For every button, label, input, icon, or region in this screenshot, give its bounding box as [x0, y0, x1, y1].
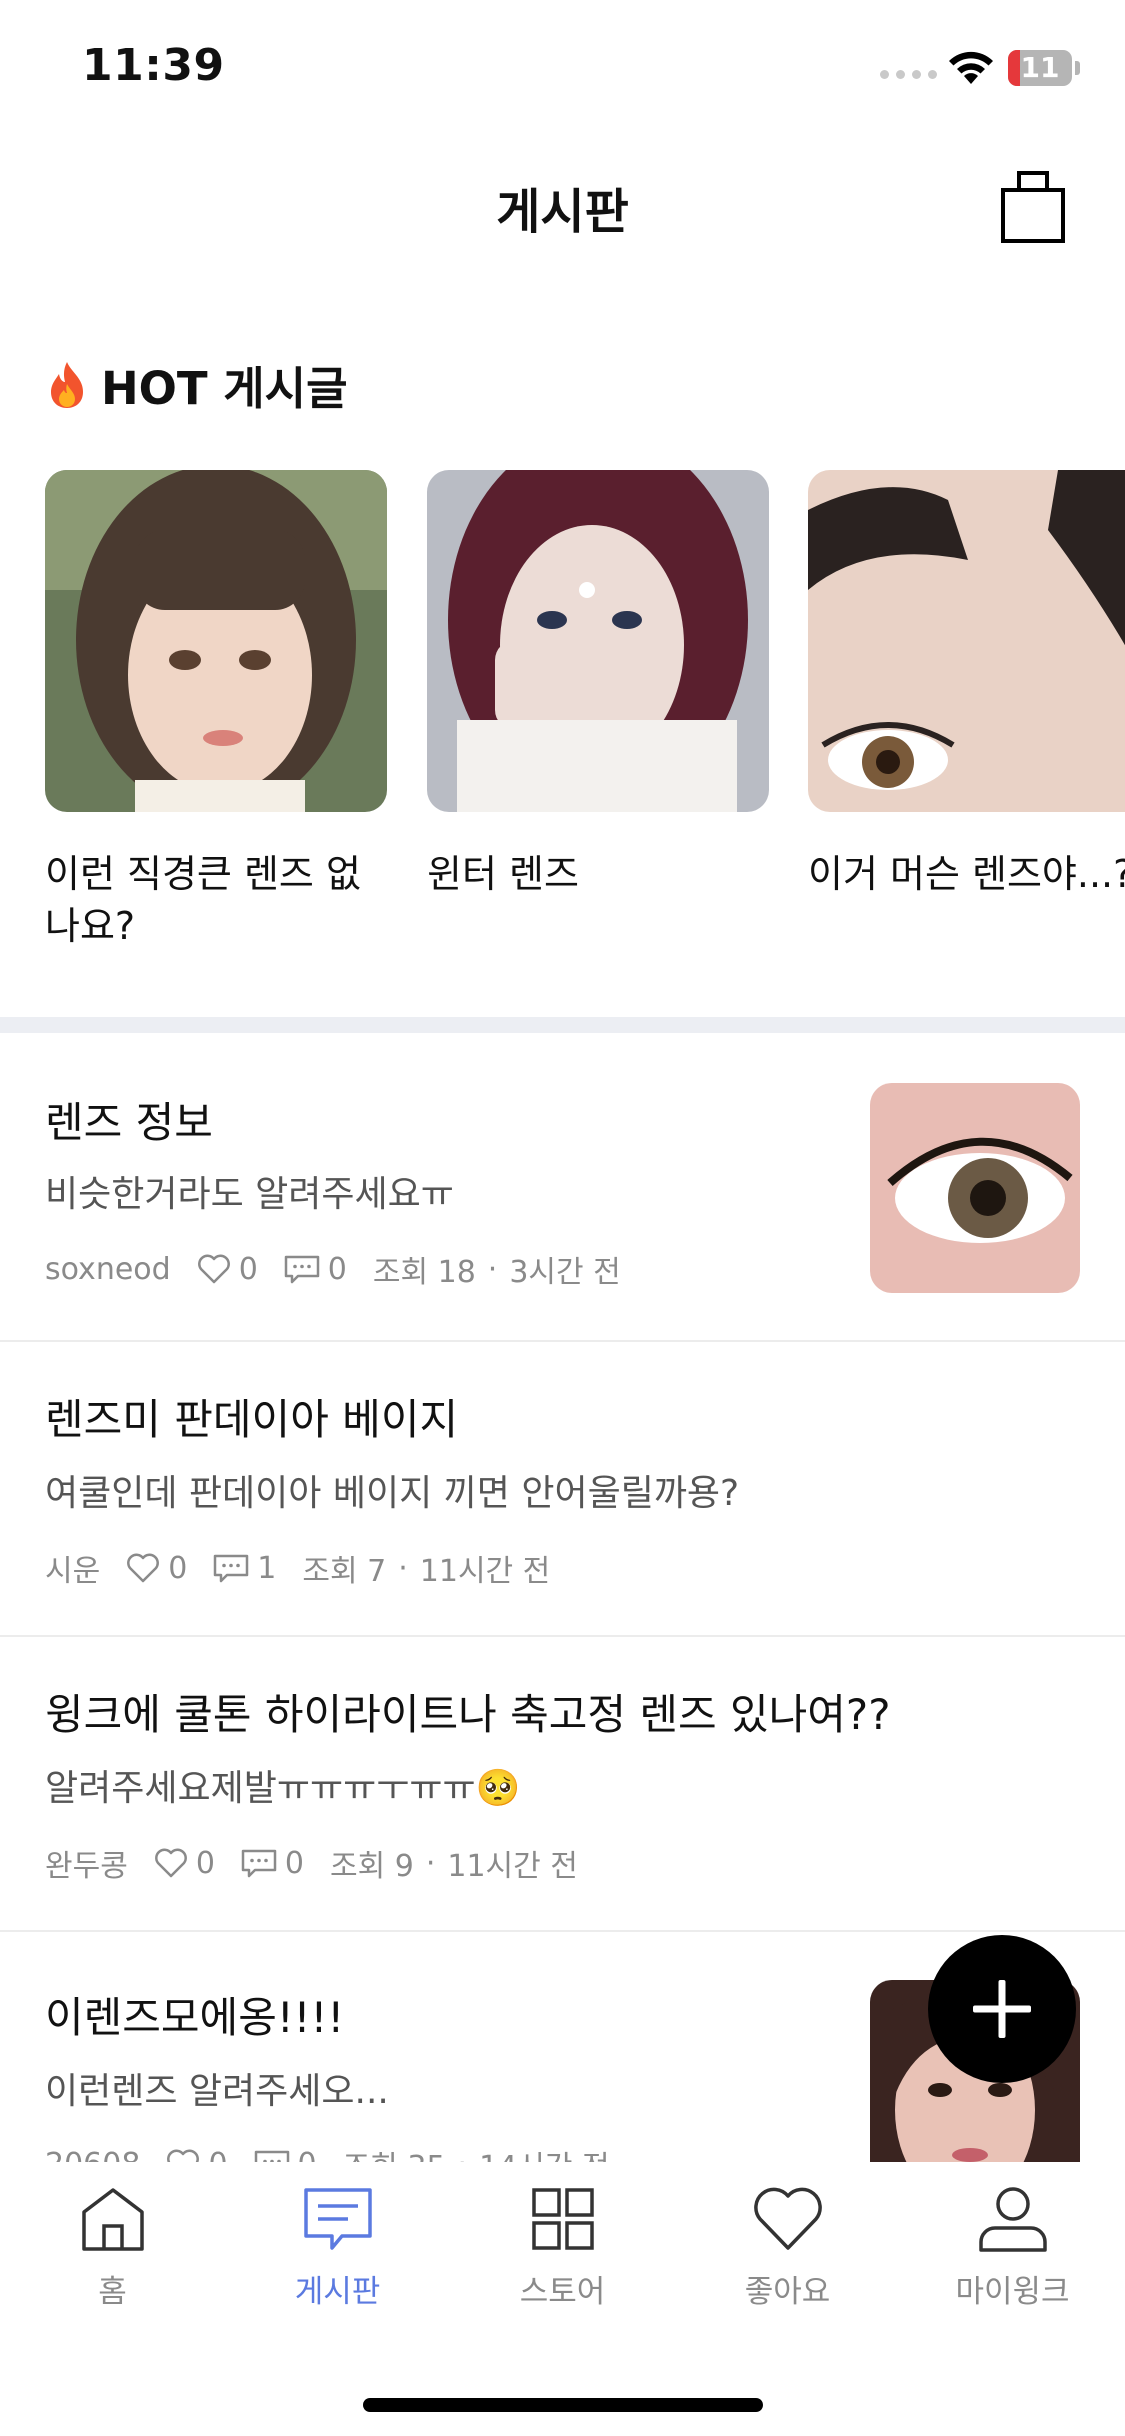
page-title: 게시판: [496, 184, 629, 240]
heart-icon: [753, 2187, 822, 2250]
tab-label: 좋아요: [744, 2274, 831, 2310]
hot-post-thumbnail: [808, 470, 1125, 812]
heart-outline-icon: [154, 1848, 187, 1878]
hot-post-title: 이런 직경큰 렌즈 없나요?: [45, 852, 361, 948]
post-body: 비슷한거라도 알려주세요ㅠ: [45, 1174, 454, 1215]
tab-label: 게시판: [294, 2274, 381, 2310]
hot-post-title: 윈터 렌즈: [427, 852, 579, 896]
plus-icon: [973, 1980, 1031, 2038]
comment-icon: [254, 2150, 289, 2162]
post-comment-count: 1: [257, 1550, 277, 1586]
hot-post-thumbnail: [45, 470, 387, 812]
post-meta: soxneod 0 0 조회 18 · 3시간 전: [45, 1247, 621, 1291]
tab-label: 스토어: [519, 2274, 606, 2310]
post-views: 조회 18: [372, 1255, 476, 1290]
post-views: 조회 35: [343, 2142, 446, 2162]
hot-post-card[interactable]: 윈터 렌즈: [427, 470, 769, 900]
post-time: 11시간 전: [447, 1849, 578, 1884]
store-icon: [531, 2188, 594, 2250]
status-time: 11:39: [82, 40, 225, 91]
list-item[interactable]: 윙크에 쿨톤 하이라이트나 축고정 렌즈 있나여?? 알려주세요제발ㅠㅠㅠㅜㅠㅠ…: [0, 1637, 1125, 1931]
post-like-count: 0: [195, 1845, 215, 1881]
post-meta: 20608 0 0 조회 35 · 14시간 전: [45, 2142, 610, 2162]
tab-label: 홈: [98, 2274, 127, 2310]
post-meta: 완두콩 0 0 조회 9 · 11시간 전: [45, 1841, 578, 1885]
post-views: 조회 9: [330, 1849, 414, 1884]
post-views: 조회 7: [302, 1554, 387, 1589]
home-icon: [81, 2188, 144, 2251]
post-title: 윙크에 쿨톤 하이라이트나 축고정 렌즈 있나여??: [45, 1690, 891, 1739]
write-post-button[interactable]: [928, 1935, 1076, 2083]
post-author: 시운: [45, 1554, 101, 1589]
post-thumbnail: [870, 1083, 1080, 1293]
tab-label: 마이윙크: [955, 2274, 1070, 2310]
hot-post-title: 이거 머슨 렌즈야...??: [808, 852, 1125, 896]
post-time: 14시간 전: [479, 2142, 610, 2162]
post-title: 렌즈미 판데이아 베이지: [45, 1395, 459, 1444]
post-like-count: 0: [238, 1251, 258, 1287]
meta-separator: ·: [487, 1251, 498, 1287]
hot-section-title: HOT 게시글: [101, 362, 348, 415]
fire-icon: [51, 361, 83, 408]
tab-home[interactable]: 홈: [0, 2186, 225, 2311]
post-meta: 시운 0 1 조회 7 · 11시간 전: [45, 1546, 550, 1590]
post-comment-count: 0: [327, 1251, 347, 1287]
comment-icon: [241, 1849, 277, 1878]
tab-likes[interactable]: 좋아요: [675, 2186, 900, 2311]
wifi-icon: [949, 51, 993, 84]
post-comment-count: 0: [298, 2147, 317, 2163]
post-body: 알려주세요제발ㅠㅠㅠㅜㅠㅠ🥺: [45, 1768, 521, 1809]
tab-board[interactable]: 게시판: [225, 2186, 450, 2311]
tab-my-wink[interactable]: 마이윙크: [900, 2186, 1125, 2311]
comment-icon: [284, 1255, 320, 1284]
post-title: 렌즈 정보: [45, 1098, 213, 1147]
board-icon: [303, 2188, 372, 2250]
post-body: 여쿨인데 판데이아 베이지 끼면 안어울릴까용?: [45, 1473, 740, 1514]
shopping-bag-icon[interactable]: [1000, 168, 1066, 244]
post-title: 이렌즈모에옹!!!!: [45, 1993, 345, 2042]
section-divider: [0, 1017, 1125, 1033]
home-indicator: [363, 2398, 763, 2412]
post-like-count: 0: [208, 2147, 227, 2163]
hot-post-card[interactable]: 이거 머슨 렌즈야...??: [808, 470, 1125, 900]
post-comment-count: 0: [284, 1845, 304, 1881]
tab-store[interactable]: 스토어: [450, 2186, 675, 2311]
post-time: 11시간 전: [419, 1554, 551, 1589]
meta-separator: ·: [458, 2147, 468, 2163]
heart-outline-icon: [197, 1254, 230, 1284]
cellular-signal-icon: [880, 70, 937, 79]
meta-separator: ·: [425, 1845, 436, 1881]
hot-post-thumbnail: [427, 470, 769, 812]
heart-outline-icon: [127, 1553, 160, 1583]
list-item[interactable]: 렌즈 정보 비슷한거라도 알려주세요ㅠ soxneod 0 0 조회 18 · …: [0, 1033, 1125, 1341]
list-item[interactable]: 렌즈미 판데이아 베이지 여쿨인데 판데이아 베이지 끼면 안어울릴까용? 시운…: [0, 1342, 1125, 1636]
hot-post-card[interactable]: 이런 직경큰 렌즈 없나요?: [45, 470, 387, 952]
heart-outline-icon: [167, 2149, 200, 2162]
status-bar: 11:39 11: [0, 0, 1125, 135]
post-time: 3시간 전: [509, 1255, 621, 1290]
post-author: 20608: [45, 2147, 140, 2163]
person-icon: [978, 2187, 1047, 2252]
post-author: soxneod: [45, 1251, 171, 1287]
battery-cap: [1075, 61, 1080, 75]
post-like-count: 0: [168, 1550, 188, 1586]
post-body: 이런렌즈 알려주세오...: [45, 2071, 389, 2112]
comment-icon: [214, 1554, 249, 1583]
battery-icon: 11: [1008, 50, 1072, 86]
battery-level: 11: [1020, 51, 1060, 84]
hot-section-header: HOT 게시글: [45, 352, 347, 417]
bottom-tab-bar: 홈 게시판 스토어 좋아요 마이윙크: [0, 2162, 1125, 2436]
meta-separator: ·: [398, 1550, 408, 1586]
post-author: 완두콩: [45, 1849, 128, 1884]
